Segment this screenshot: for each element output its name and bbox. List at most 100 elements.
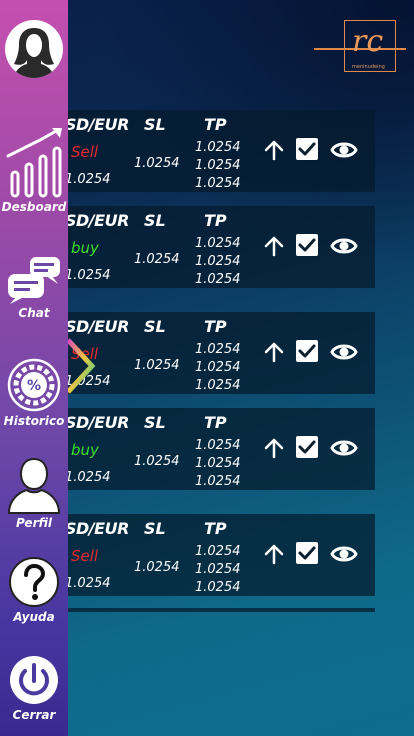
- sl-value: 1.0254: [134, 358, 180, 373]
- eye-icon[interactable]: [330, 340, 358, 364]
- trade-card: SD/EUR SL TP Sell 1.0254 1.0254 1.0254 1…: [65, 514, 375, 597]
- checkmark-icon: [298, 344, 316, 358]
- sl-value: 1.0254: [134, 560, 180, 575]
- sl-header: SL: [144, 211, 166, 230]
- tp-value-2: 1.0254: [195, 456, 241, 471]
- tp-values: 1.0254 1.0254 1.0254: [195, 139, 241, 193]
- sl-value: 1.0254: [134, 156, 180, 171]
- pair-value: 1.0254: [65, 470, 111, 485]
- tp-value-3: 1.0254: [195, 378, 241, 393]
- eye-icon[interactable]: [330, 234, 358, 258]
- sl-header: SL: [144, 115, 166, 134]
- eye-icon[interactable]: [330, 436, 358, 460]
- tp-header: TP: [204, 519, 227, 538]
- tp-value-3: 1.0254: [195, 176, 241, 191]
- sidebar: Desboard Chat % Historico Perfil Ayuda C…: [0, 0, 68, 736]
- sidebar-item-perfil[interactable]: Perfil: [0, 456, 68, 530]
- logo-mark: rc: [352, 24, 384, 59]
- avatar[interactable]: [5, 20, 63, 78]
- user-silhouette-icon: [7, 457, 61, 514]
- sidebar-item-historico[interactable]: % Historico: [0, 358, 68, 428]
- tp-values: 1.0254 1.0254 1.0254: [195, 437, 241, 491]
- tp-value-3: 1.0254: [195, 272, 241, 287]
- arrow-up-icon[interactable]: [262, 138, 286, 162]
- trade-side: Sell: [71, 143, 99, 161]
- pair-value: 1.0254: [65, 268, 111, 283]
- brand-logo: rc meninudeing: [312, 14, 406, 76]
- chat-bubbles-icon: [8, 257, 60, 304]
- trade-side: buy: [71, 239, 99, 257]
- tp-value-2: 1.0254: [195, 562, 241, 577]
- logo-tagline: meninudeing: [352, 64, 385, 70]
- sidebar-item-label: Perfil: [15, 516, 53, 530]
- sidebar-item-label: Cerrar: [12, 708, 56, 722]
- tp-value-1: 1.0254: [195, 236, 241, 251]
- bar-chart-trend-icon: [6, 128, 62, 198]
- pair-header: SD/EUR: [65, 317, 129, 336]
- tp-value-1: 1.0254: [195, 140, 241, 155]
- eye-icon[interactable]: [330, 138, 358, 162]
- checkmark-icon: [298, 440, 316, 454]
- checkbox[interactable]: [296, 138, 318, 160]
- pair-header: SD/EUR: [65, 115, 129, 134]
- eye-icon[interactable]: [330, 542, 358, 566]
- tp-header: TP: [204, 115, 227, 134]
- tp-value-2: 1.0254: [195, 360, 241, 375]
- tp-value-2: 1.0254: [195, 158, 241, 173]
- checkbox[interactable]: [296, 234, 318, 256]
- checkbox[interactable]: [296, 340, 318, 362]
- arrow-up-icon[interactable]: [262, 234, 286, 258]
- tp-value-3: 1.0254: [195, 580, 241, 595]
- user-avatar-icon: [13, 28, 55, 78]
- sidebar-item-label: Historico: [3, 414, 65, 428]
- sl-value: 1.0254: [134, 252, 180, 267]
- trade-side: buy: [71, 441, 99, 459]
- percent-gauge-icon: %: [7, 358, 61, 412]
- trade-side: Sell: [71, 547, 99, 565]
- question-circle-icon: [9, 557, 59, 607]
- pair-value: 1.0254: [65, 172, 111, 187]
- sl-header: SL: [144, 413, 166, 432]
- tp-values: 1.0254 1.0254 1.0254: [195, 341, 241, 395]
- svg-text:%: %: [27, 378, 41, 394]
- tp-values: 1.0254 1.0254 1.0254: [195, 235, 241, 289]
- sidebar-item-cerrar[interactable]: Cerrar: [0, 654, 68, 722]
- arrow-up-icon[interactable]: [262, 436, 286, 460]
- arrow-up-icon[interactable]: [262, 542, 286, 566]
- pair-header: SD/EUR: [65, 413, 129, 432]
- power-icon: [10, 656, 58, 704]
- tp-value-1: 1.0254: [195, 438, 241, 453]
- trade-card: SD/EUR SL TP Sell 1.0254 1.0254 1.0254 1…: [65, 110, 375, 193]
- checkbox[interactable]: [296, 542, 318, 564]
- pair-value: 1.0254: [65, 576, 111, 591]
- list-bottom-divider: [68, 608, 375, 612]
- sidebar-item-ayuda[interactable]: Ayuda: [0, 556, 68, 624]
- tp-value-3: 1.0254: [195, 474, 241, 489]
- trade-card: SD/EUR SL TP buy 1.0254 1.0254 1.0254 1.…: [65, 408, 375, 491]
- sidebar-item-label: Desboard: [1, 200, 67, 214]
- tp-value-1: 1.0254: [195, 342, 241, 357]
- sidebar-item-label: Chat: [18, 306, 50, 320]
- pair-header: SD/EUR: [65, 211, 129, 230]
- tp-header: TP: [204, 317, 227, 336]
- sidebar-item-label: Ayuda: [13, 610, 55, 624]
- checkmark-icon: [298, 238, 316, 252]
- checkbox[interactable]: [296, 436, 318, 458]
- arrow-up-icon[interactable]: [262, 340, 286, 364]
- sl-header: SL: [144, 519, 166, 538]
- checkmark-icon: [298, 142, 316, 156]
- tp-header: TP: [204, 413, 227, 432]
- tp-header: TP: [204, 211, 227, 230]
- tp-value-1: 1.0254: [195, 544, 241, 559]
- trade-card: SD/EUR SL TP buy 1.0254 1.0254 1.0254 1.…: [65, 206, 375, 289]
- tp-values: 1.0254 1.0254 1.0254: [195, 543, 241, 597]
- sidebar-item-desboard[interactable]: Desboard: [0, 126, 68, 214]
- pair-header: SD/EUR: [65, 519, 129, 538]
- checkmark-icon: [298, 546, 316, 560]
- trade-card: SD/EUR SL TP Sell 1.0254 1.0254 1.0254 1…: [65, 312, 375, 395]
- sidebar-arrow-icon: [66, 338, 96, 394]
- sidebar-item-chat[interactable]: Chat: [0, 254, 68, 320]
- sl-header: SL: [144, 317, 166, 336]
- sl-value: 1.0254: [134, 454, 180, 469]
- tp-value-2: 1.0254: [195, 254, 241, 269]
